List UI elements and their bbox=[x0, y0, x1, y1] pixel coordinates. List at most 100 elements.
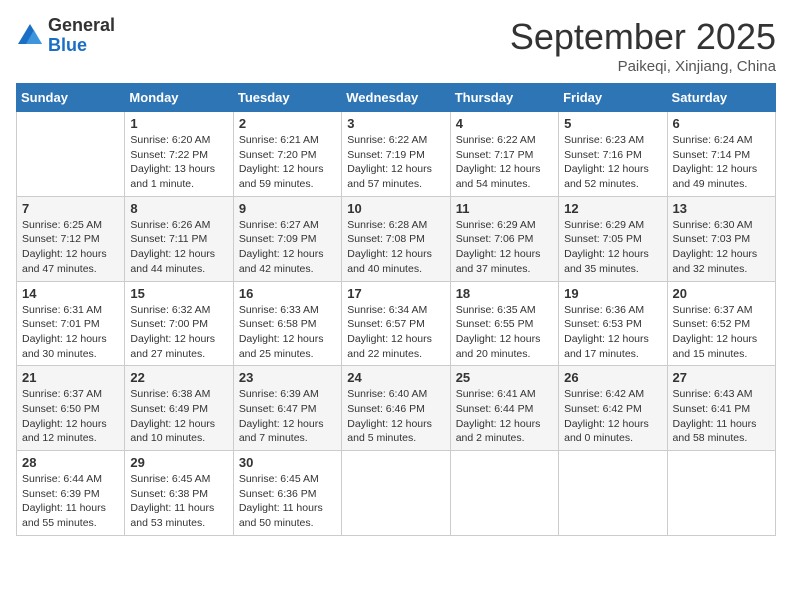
calendar-cell bbox=[559, 451, 667, 536]
day-info: Sunrise: 6:21 AM Sunset: 7:20 PM Dayligh… bbox=[239, 133, 336, 192]
day-info: Sunrise: 6:38 AM Sunset: 6:49 PM Dayligh… bbox=[130, 387, 227, 446]
day-info: Sunrise: 6:33 AM Sunset: 6:58 PM Dayligh… bbox=[239, 303, 336, 362]
day-number: 25 bbox=[456, 370, 553, 385]
day-info: Sunrise: 6:22 AM Sunset: 7:19 PM Dayligh… bbox=[347, 133, 444, 192]
column-header-monday: Monday bbox=[125, 84, 233, 112]
month-title: September 2025 bbox=[510, 16, 776, 58]
day-number: 19 bbox=[564, 286, 661, 301]
calendar-cell bbox=[342, 451, 450, 536]
day-number: 6 bbox=[673, 116, 770, 131]
calendar-cell: 14 Sunrise: 6:31 AM Sunset: 7:01 PM Dayli… bbox=[17, 281, 125, 366]
day-number: 24 bbox=[347, 370, 444, 385]
calendar-cell: 11 Sunrise: 6:29 AM Sunset: 7:06 PM Dayli… bbox=[450, 196, 558, 281]
calendar-cell bbox=[450, 451, 558, 536]
day-info: Sunrise: 6:34 AM Sunset: 6:57 PM Dayligh… bbox=[347, 303, 444, 362]
day-number: 8 bbox=[130, 201, 227, 216]
logo-icon bbox=[16, 22, 44, 50]
column-header-wednesday: Wednesday bbox=[342, 84, 450, 112]
day-info: Sunrise: 6:42 AM Sunset: 6:42 PM Dayligh… bbox=[564, 387, 661, 446]
logo-blue: Blue bbox=[48, 36, 115, 56]
day-info: Sunrise: 6:32 AM Sunset: 7:00 PM Dayligh… bbox=[130, 303, 227, 362]
day-info: Sunrise: 6:40 AM Sunset: 6:46 PM Dayligh… bbox=[347, 387, 444, 446]
day-number: 29 bbox=[130, 455, 227, 470]
day-number: 4 bbox=[456, 116, 553, 131]
calendar-cell: 16 Sunrise: 6:33 AM Sunset: 6:58 PM Dayli… bbox=[233, 281, 341, 366]
column-header-thursday: Thursday bbox=[450, 84, 558, 112]
day-number: 20 bbox=[673, 286, 770, 301]
calendar-week-row: 7 Sunrise: 6:25 AM Sunset: 7:12 PM Daylig… bbox=[17, 196, 776, 281]
day-info: Sunrise: 6:36 AM Sunset: 6:53 PM Dayligh… bbox=[564, 303, 661, 362]
day-info: Sunrise: 6:24 AM Sunset: 7:14 PM Dayligh… bbox=[673, 133, 770, 192]
calendar-cell: 28 Sunrise: 6:44 AM Sunset: 6:39 PM Dayli… bbox=[17, 451, 125, 536]
day-info: Sunrise: 6:35 AM Sunset: 6:55 PM Dayligh… bbox=[456, 303, 553, 362]
day-info: Sunrise: 6:29 AM Sunset: 7:06 PM Dayligh… bbox=[456, 218, 553, 277]
day-info: Sunrise: 6:27 AM Sunset: 7:09 PM Dayligh… bbox=[239, 218, 336, 277]
column-header-saturday: Saturday bbox=[667, 84, 775, 112]
day-info: Sunrise: 6:45 AM Sunset: 6:38 PM Dayligh… bbox=[130, 472, 227, 531]
day-info: Sunrise: 6:37 AM Sunset: 6:50 PM Dayligh… bbox=[22, 387, 119, 446]
calendar-cell: 30Sunrise: 6:45 AM Sunset: 6:36 PM Dayli… bbox=[233, 451, 341, 536]
day-number: 18 bbox=[456, 286, 553, 301]
day-info: Sunrise: 6:22 AM Sunset: 7:17 PM Dayligh… bbox=[456, 133, 553, 192]
day-info: Sunrise: 6:25 AM Sunset: 7:12 PM Dayligh… bbox=[22, 218, 119, 277]
day-number: 5 bbox=[564, 116, 661, 131]
calendar-cell: 23Sunrise: 6:39 AM Sunset: 6:47 PM Dayli… bbox=[233, 366, 341, 451]
day-number: 7 bbox=[22, 201, 119, 216]
day-number: 12 bbox=[564, 201, 661, 216]
day-info: Sunrise: 6:29 AM Sunset: 7:05 PM Dayligh… bbox=[564, 218, 661, 277]
calendar-cell: 9 Sunrise: 6:27 AM Sunset: 7:09 PM Daylig… bbox=[233, 196, 341, 281]
day-info: Sunrise: 6:23 AM Sunset: 7:16 PM Dayligh… bbox=[564, 133, 661, 192]
calendar-cell: 5 Sunrise: 6:23 AM Sunset: 7:16 PM Daylig… bbox=[559, 112, 667, 197]
calendar-cell bbox=[667, 451, 775, 536]
day-info: Sunrise: 6:20 AM Sunset: 7:22 PM Dayligh… bbox=[130, 133, 227, 192]
calendar-cell: 3 Sunrise: 6:22 AM Sunset: 7:19 PM Daylig… bbox=[342, 112, 450, 197]
day-info: Sunrise: 6:41 AM Sunset: 6:44 PM Dayligh… bbox=[456, 387, 553, 446]
calendar-cell: 4 Sunrise: 6:22 AM Sunset: 7:17 PM Daylig… bbox=[450, 112, 558, 197]
day-info: Sunrise: 6:31 AM Sunset: 7:01 PM Dayligh… bbox=[22, 303, 119, 362]
day-number: 27 bbox=[673, 370, 770, 385]
day-number: 14 bbox=[22, 286, 119, 301]
day-info: Sunrise: 6:37 AM Sunset: 6:52 PM Dayligh… bbox=[673, 303, 770, 362]
calendar-cell: 24 Sunrise: 6:40 AM Sunset: 6:46 PM Dayli… bbox=[342, 366, 450, 451]
calendar-cell: 7 Sunrise: 6:25 AM Sunset: 7:12 PM Daylig… bbox=[17, 196, 125, 281]
calendar-cell bbox=[17, 112, 125, 197]
calendar-cell: 20 Sunrise: 6:37 AM Sunset: 6:52 PM Dayli… bbox=[667, 281, 775, 366]
day-number: 11 bbox=[456, 201, 553, 216]
logo-text: General Blue bbox=[48, 16, 115, 56]
calendar-week-row: 21 Sunrise: 6:37 AM Sunset: 6:50 PM Dayli… bbox=[17, 366, 776, 451]
day-number: 3 bbox=[347, 116, 444, 131]
day-number: 9 bbox=[239, 201, 336, 216]
day-number: 21 bbox=[22, 370, 119, 385]
day-number: 15 bbox=[130, 286, 227, 301]
page-header: General Blue September 2025 Paikeqi, Xin… bbox=[16, 16, 776, 75]
calendar-cell: 10 Sunrise: 6:28 AM Sunset: 7:08 PM Dayli… bbox=[342, 196, 450, 281]
logo: General Blue bbox=[16, 16, 115, 56]
day-number: 13 bbox=[673, 201, 770, 216]
calendar-week-row: 14 Sunrise: 6:31 AM Sunset: 7:01 PM Dayli… bbox=[17, 281, 776, 366]
calendar-week-row: 28 Sunrise: 6:44 AM Sunset: 6:39 PM Dayli… bbox=[17, 451, 776, 536]
day-number: 10 bbox=[347, 201, 444, 216]
day-number: 23 bbox=[239, 370, 336, 385]
calendar-cell: 21 Sunrise: 6:37 AM Sunset: 6:50 PM Dayli… bbox=[17, 366, 125, 451]
calendar-cell: 25 Sunrise: 6:41 AM Sunset: 6:44 PM Dayli… bbox=[450, 366, 558, 451]
calendar-cell: 15 Sunrise: 6:32 AM Sunset: 7:00 PM Dayli… bbox=[125, 281, 233, 366]
calendar-cell: 18 Sunrise: 6:35 AM Sunset: 6:55 PM Dayli… bbox=[450, 281, 558, 366]
day-info: Sunrise: 6:44 AM Sunset: 6:39 PM Dayligh… bbox=[22, 472, 119, 531]
day-number: 16 bbox=[239, 286, 336, 301]
location: Paikeqi, Xinjiang, China bbox=[510, 58, 776, 75]
column-header-sunday: Sunday bbox=[17, 84, 125, 112]
calendar-header-row: SundayMondayTuesdayWednesdayThursdayFrid… bbox=[17, 84, 776, 112]
calendar-cell: 8Sunrise: 6:26 AM Sunset: 7:11 PM Daylig… bbox=[125, 196, 233, 281]
day-number: 2 bbox=[239, 116, 336, 131]
day-number: 22 bbox=[130, 370, 227, 385]
column-header-friday: Friday bbox=[559, 84, 667, 112]
calendar-cell: 17Sunrise: 6:34 AM Sunset: 6:57 PM Dayli… bbox=[342, 281, 450, 366]
day-number: 28 bbox=[22, 455, 119, 470]
day-info: Sunrise: 6:28 AM Sunset: 7:08 PM Dayligh… bbox=[347, 218, 444, 277]
day-info: Sunrise: 6:30 AM Sunset: 7:03 PM Dayligh… bbox=[673, 218, 770, 277]
day-number: 30 bbox=[239, 455, 336, 470]
calendar-cell: 6 Sunrise: 6:24 AM Sunset: 7:14 PM Daylig… bbox=[667, 112, 775, 197]
calendar-week-row: 1Sunrise: 6:20 AM Sunset: 7:22 PM Daylig… bbox=[17, 112, 776, 197]
calendar-cell: 13 Sunrise: 6:30 AM Sunset: 7:03 PM Dayli… bbox=[667, 196, 775, 281]
day-info: Sunrise: 6:43 AM Sunset: 6:41 PM Dayligh… bbox=[673, 387, 770, 446]
